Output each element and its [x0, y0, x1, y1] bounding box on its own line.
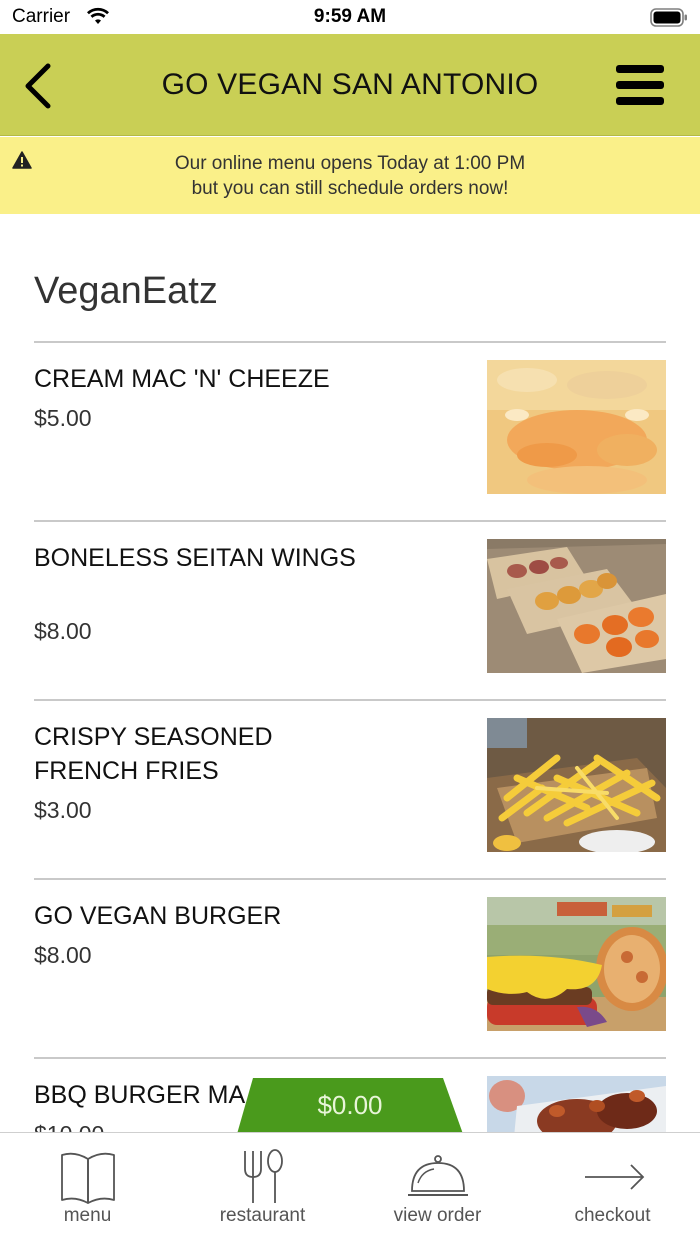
tab-menu-label: menu	[63, 1205, 112, 1226]
menu-item-name: GO VEGAN BURGER	[34, 902, 282, 930]
cloche-icon	[408, 1155, 468, 1196]
notice-line-2: but you can still schedule orders now!	[191, 178, 509, 199]
cart-total-amount: $0.00	[317, 1090, 383, 1120]
menu-item-name: BONELESS SEITAN WINGS	[34, 544, 356, 572]
book-icon	[61, 1152, 115, 1204]
menu-item-price: $5.00	[34, 405, 92, 431]
tab-checkout[interactable]: checkout	[525, 1133, 700, 1244]
mac-and-cheese-image[interactable]	[487, 360, 666, 494]
notice-text: Our online menu opens Today at 1:00 PM b…	[0, 151, 700, 201]
bbq-burger-image[interactable]	[487, 1076, 666, 1132]
tab-restaurant-label: restaurant	[219, 1205, 306, 1226]
seitan-wings-image[interactable]	[487, 539, 666, 673]
notice-line-1: Our online menu opens Today at 1:00 PM	[174, 153, 526, 174]
menu-item-price: $8.00	[34, 618, 92, 644]
menu-item-price: $10.00	[34, 1121, 104, 1132]
menu-item-name: CRISPY SEASONED FRENCH FRIES	[34, 723, 273, 785]
battery-icon	[650, 8, 687, 27]
hamburger-menu-button[interactable]	[616, 65, 664, 105]
french-fries-image[interactable]	[487, 718, 666, 852]
fork-knife-icon	[244, 1149, 283, 1203]
arrow-right-icon	[585, 1164, 645, 1190]
bottom-tab-bar: menu restaurant view order checkout	[0, 1132, 700, 1244]
clock-label: 9:59 AM	[313, 6, 387, 27]
page-title: GO VEGAN SAN ANTONIO	[161, 68, 539, 101]
menu-item-price: $8.00	[34, 942, 92, 968]
menu-item-price: $3.00	[34, 797, 92, 823]
schedule-notice-banner: Our online menu opens Today at 1:00 PM b…	[0, 137, 700, 214]
vegan-burger-image[interactable]	[487, 897, 666, 1031]
menu-item[interactable]: BONELESS SEITAN WINGS $8.00	[34, 521, 666, 699]
app-header: GO VEGAN SAN ANTONIO	[0, 34, 700, 136]
menu-item[interactable]: CRISPY SEASONED FRENCH FRIES $3.00	[34, 700, 666, 878]
tab-view-order[interactable]: view order	[350, 1133, 525, 1244]
tab-checkout-label: checkout	[574, 1205, 651, 1226]
hamburger-icon	[616, 65, 664, 73]
menu-item[interactable]: GO VEGAN BURGER $8.00	[34, 879, 666, 1057]
tab-menu[interactable]: menu	[0, 1133, 175, 1244]
cart-total-button[interactable]: $0.00	[237, 1078, 463, 1134]
status-bar: Carrier 9:59 AM	[0, 0, 700, 34]
menu-item[interactable]: CREAM MAC 'N' CHEEZE $5.00	[34, 342, 666, 520]
restaurant-name: VeganEatz	[34, 270, 218, 312]
menu-item-name: CREAM MAC 'N' CHEEZE	[34, 365, 330, 393]
tab-restaurant[interactable]: restaurant	[175, 1133, 350, 1244]
tab-view-order-label: view order	[393, 1205, 482, 1226]
